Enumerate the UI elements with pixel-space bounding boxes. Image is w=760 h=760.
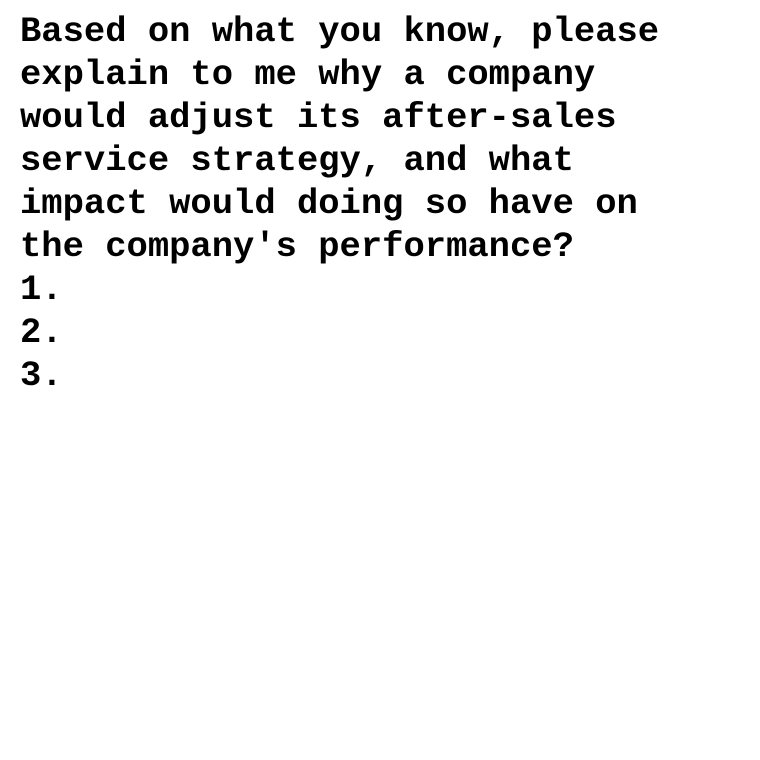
question-text: Based on what you know, please explain t… [20,10,740,397]
question-line-3: would adjust its after-sales [20,97,617,138]
question-line-4: service strategy, and what [20,140,574,181]
list-item-1: 1. [20,269,63,310]
list-item-3: 3. [20,355,63,396]
question-line-1: Based on what you know, please [20,11,660,52]
question-line-6: the company's performance? [20,226,574,267]
question-line-5: impact would doing so have on [20,183,638,224]
document-page: Based on what you know, please explain t… [0,0,760,760]
list-item-2: 2. [20,312,63,353]
question-line-2: explain to me why a company [20,54,596,95]
